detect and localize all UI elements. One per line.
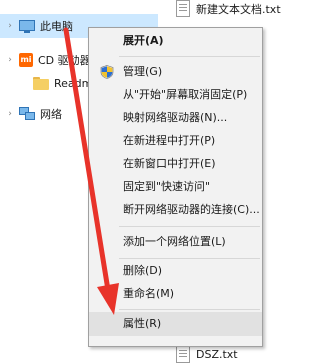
menu-item-properties[interactable]: 属性(R) [89, 312, 262, 336]
menu-item-delete[interactable]: 删除(D) [89, 260, 262, 282]
menu-item-add-network-location[interactable]: 添加一个网络位置(L) [89, 231, 262, 253]
menu-item-label: 属性(R) [123, 317, 162, 330]
menu-item-label: 在新进程中打开(P) [123, 134, 216, 147]
menu-item-rename[interactable]: 重命名(M) [89, 283, 262, 305]
nav-item-label: 网络 [40, 108, 62, 121]
menu-separator [119, 56, 260, 57]
menu-item-label: 固定到"快速访问" [123, 180, 211, 193]
file-item-label: 新建文本文档.txt [196, 2, 281, 16]
uac-shield-icon [100, 65, 114, 79]
menu-item-map-network-drive[interactable]: 映射网络驱动器(N)... [89, 107, 262, 129]
context-menu: 展开(A) 管理(G) 从"开始"屏幕取消固定(P) 映射网络驱动器(N)...… [88, 27, 263, 347]
text-file-icon [176, 346, 190, 363]
menu-item-manage[interactable]: 管理(G) [89, 61, 262, 83]
chevron-right-icon[interactable]: › [5, 109, 15, 119]
chevron-right-icon[interactable]: › [5, 21, 15, 31]
xiaomi-icon: mi [19, 53, 33, 67]
menu-item-label: 删除(D) [123, 264, 163, 277]
menu-item-pin-quick-access[interactable]: 固定到"快速访问" [89, 176, 262, 198]
menu-item-open-new-window[interactable]: 在新窗口中打开(E) [89, 153, 262, 175]
nav-item-readme[interactable]: Readme [15, 71, 99, 95]
menu-item-label: 管理(G) [123, 65, 163, 78]
folder-icon [33, 76, 49, 90]
menu-separator [119, 258, 260, 259]
file-item[interactable]: DSZ.txt [176, 346, 238, 363]
menu-item-label: 断开网络驱动器的连接(C)... [123, 203, 260, 216]
menu-item-label: 在新窗口中打开(E) [123, 157, 216, 170]
menu-item-open-new-process[interactable]: 在新进程中打开(P) [89, 130, 262, 152]
nav-item-label: 此电脑 [40, 20, 73, 33]
menu-item-label: 重命名(M) [123, 287, 175, 300]
menu-item-disconnect-network-drive[interactable]: 断开网络驱动器的连接(C)... [89, 199, 262, 221]
menu-item-label: 从"开始"屏幕取消固定(P) [123, 88, 248, 101]
menu-item-expand[interactable]: 展开(A) [89, 30, 262, 52]
nav-item-network[interactable]: › 网络 [0, 102, 62, 126]
menu-item-label: 映射网络驱动器(N)... [123, 111, 228, 124]
menu-separator [119, 226, 260, 227]
menu-item-label: 展开(A) [123, 34, 164, 47]
menu-item-label: 添加一个网络位置(L) [123, 235, 226, 248]
computer-icon [19, 19, 35, 33]
menu-item-unpin-start[interactable]: 从"开始"屏幕取消固定(P) [89, 84, 262, 106]
network-icon [19, 107, 35, 121]
text-file-icon [176, 0, 190, 17]
menu-separator [119, 309, 260, 310]
file-item-label: DSZ.txt [196, 348, 238, 361]
file-item[interactable]: 新建文本文档.txt [176, 0, 281, 17]
chevron-right-icon[interactable]: › [5, 55, 15, 65]
